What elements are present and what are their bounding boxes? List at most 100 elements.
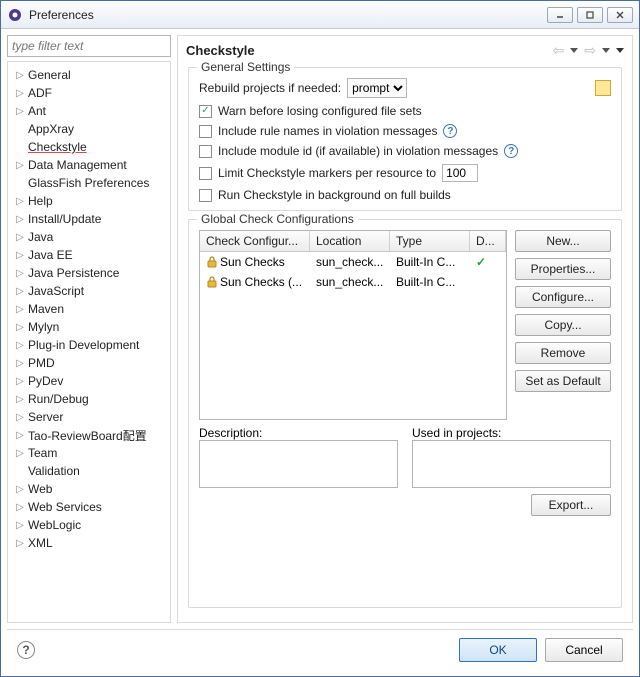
tree-item-label: Java <box>28 230 53 244</box>
tree-item[interactable]: ▷Ant <box>10 102 168 120</box>
expand-icon[interactable]: ▷ <box>14 520 26 531</box>
tree-item[interactable]: ▷ADF <box>10 84 168 102</box>
table-row[interactable]: Sun Checks (...sun_check...Built-In C... <box>200 272 506 292</box>
minimize-button[interactable] <box>547 7 573 23</box>
expand-icon[interactable]: ▷ <box>14 70 26 81</box>
expand-icon[interactable]: ▷ <box>14 196 26 207</box>
tree-item[interactable]: ▷Team <box>10 444 168 462</box>
include-module-checkbox[interactable] <box>199 145 212 158</box>
expand-icon[interactable]: ▷ <box>14 268 26 279</box>
limit-input[interactable] <box>442 164 478 182</box>
expand-icon[interactable]: ▷ <box>14 214 26 225</box>
tree-item[interactable]: ▷Validation <box>10 462 168 480</box>
tree-item[interactable]: ▷XML <box>10 534 168 552</box>
back-menu-icon[interactable] <box>570 48 578 53</box>
tree-item[interactable]: ▷Server <box>10 408 168 426</box>
include-module-label: Include module id (if available) in viol… <box>218 144 498 158</box>
cancel-button[interactable]: Cancel <box>545 638 623 662</box>
export-button[interactable]: Export... <box>531 494 611 516</box>
tree-item[interactable]: ▷Web <box>10 480 168 498</box>
page-title: Checkstyle <box>186 43 553 58</box>
tree-item-label: Ant <box>28 104 46 118</box>
tree-item[interactable]: ▷Install/Update <box>10 210 168 228</box>
expand-icon[interactable]: ▷ <box>14 412 26 423</box>
tree-item[interactable]: ▷Java <box>10 228 168 246</box>
expand-icon[interactable]: ▷ <box>14 160 26 171</box>
tree-item-label: Web <box>28 482 52 496</box>
tree-item[interactable]: ▷Tao-ReviewBoard配置 <box>10 426 168 444</box>
tree-item[interactable]: ▷Web Services <box>10 498 168 516</box>
ok-button[interactable]: OK <box>459 638 537 662</box>
tree-item[interactable]: ▷General <box>10 66 168 84</box>
tree-item[interactable]: ▷PMD <box>10 354 168 372</box>
tree-item[interactable]: ▷AppXray <box>10 120 168 138</box>
expand-icon[interactable]: ▷ <box>14 250 26 261</box>
forward-menu-icon[interactable] <box>602 48 610 53</box>
close-button[interactable] <box>607 7 633 23</box>
tree-item[interactable]: ▷Help <box>10 192 168 210</box>
remove-button[interactable]: Remove <box>515 342 611 364</box>
configure-button[interactable]: Configure... <box>515 286 611 308</box>
description-box[interactable] <box>199 440 398 488</box>
tree-item[interactable]: ▷Plug-in Development <box>10 336 168 354</box>
expand-icon[interactable]: ▷ <box>14 340 26 351</box>
tree-item[interactable]: ▷WebLogic <box>10 516 168 534</box>
tree-item[interactable]: ▷Data Management <box>10 156 168 174</box>
limit-checkbox[interactable] <box>199 167 212 180</box>
expand-icon[interactable]: ▷ <box>14 448 26 459</box>
tree-item[interactable]: ▷Maven <box>10 300 168 318</box>
set-default-button[interactable]: Set as Default <box>515 370 611 392</box>
expand-icon[interactable]: ▷ <box>14 430 26 441</box>
th-location[interactable]: Location <box>310 231 390 251</box>
tree-item[interactable]: ▷Run/Debug <box>10 390 168 408</box>
expand-icon[interactable]: ▷ <box>14 106 26 117</box>
background-checkbox[interactable] <box>199 189 212 202</box>
tree-item[interactable]: ▷Java EE <box>10 246 168 264</box>
tree-item-label: PyDev <box>28 374 63 388</box>
expand-icon[interactable]: ▷ <box>14 358 26 369</box>
tree-item[interactable]: ▷Java Persistence <box>10 264 168 282</box>
tree-item[interactable]: ▷Mylyn <box>10 318 168 336</box>
expand-icon[interactable]: ▷ <box>14 322 26 333</box>
expand-icon[interactable]: ▷ <box>14 232 26 243</box>
used-in-label: Used in projects: <box>412 426 611 440</box>
config-table[interactable]: Check Configur... Location Type D... Sun… <box>199 230 507 420</box>
expand-icon[interactable]: ▷ <box>14 484 26 495</box>
page-menu-icon[interactable] <box>616 48 624 53</box>
expand-icon[interactable]: ▷ <box>14 88 26 99</box>
filter-input[interactable] <box>7 35 171 57</box>
expand-icon[interactable]: ▷ <box>14 286 26 297</box>
window-buttons <box>547 7 633 23</box>
tree-item[interactable]: ▷GlassFish Preferences <box>10 174 168 192</box>
help-icon[interactable]: ? <box>443 124 457 138</box>
maximize-button[interactable] <box>577 7 603 23</box>
warn-checkbox[interactable] <box>199 105 212 118</box>
expand-icon[interactable]: ▷ <box>14 304 26 315</box>
help-icon[interactable]: ? <box>504 144 518 158</box>
tree-item[interactable]: ▷JavaScript <box>10 282 168 300</box>
tree-item[interactable]: ▷PyDev <box>10 372 168 390</box>
th-type[interactable]: Type <box>390 231 470 251</box>
help-button[interactable]: ? <box>17 641 35 659</box>
warning-icon[interactable] <box>595 80 611 96</box>
forward-icon[interactable]: ⇨ <box>584 42 596 59</box>
th-default[interactable]: D... <box>470 231 506 251</box>
tree-item-label: XML <box>28 536 53 550</box>
preference-tree[interactable]: ▷General▷ADF▷Ant▷AppXray▷Checkstyle▷Data… <box>7 61 171 623</box>
expand-icon[interactable]: ▷ <box>14 376 26 387</box>
copy-button[interactable]: Copy... <box>515 314 611 336</box>
used-in-box[interactable] <box>412 440 611 488</box>
preferences-window: Preferences ▷General▷ADF▷Ant▷AppXray▷Che… <box>0 0 640 677</box>
expand-icon[interactable]: ▷ <box>14 502 26 513</box>
expand-icon[interactable]: ▷ <box>14 394 26 405</box>
back-icon[interactable]: ⇦ <box>553 42 565 59</box>
expand-icon[interactable]: ▷ <box>14 538 26 549</box>
include-names-checkbox[interactable] <box>199 125 212 138</box>
new-button[interactable]: New... <box>515 230 611 252</box>
tree-item[interactable]: ▷Checkstyle <box>10 138 168 156</box>
th-name[interactable]: Check Configur... <box>200 231 310 251</box>
general-settings-group: General Settings Rebuild projects if nee… <box>188 67 622 211</box>
table-row[interactable]: Sun Checkssun_check...Built-In C...✓ <box>200 252 506 272</box>
properties-button[interactable]: Properties... <box>515 258 611 280</box>
rebuild-select[interactable]: prompt <box>347 78 407 98</box>
